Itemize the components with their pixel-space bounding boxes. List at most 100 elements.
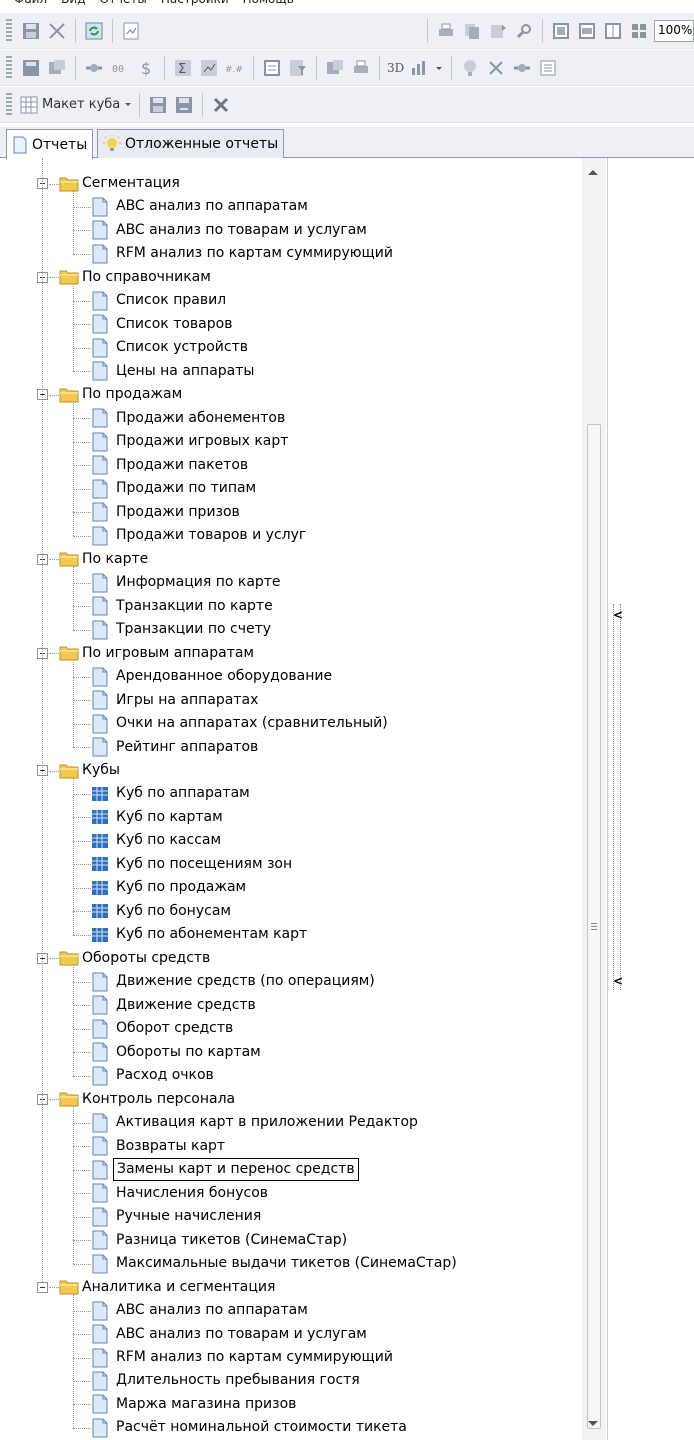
tree-item-report[interactable]: Активация карт в приложении Редактор [91,1111,421,1134]
tree-item-report[interactable]: Список устройств [91,336,251,359]
toolbar-grip[interactable] [6,92,12,117]
tab-reports[interactable]: Отчеты [6,129,94,159]
tree-item-report[interactable]: Список правил [91,289,229,312]
tree-item-cube[interactable]: Куб по продажам [91,876,249,899]
tree-item-report[interactable]: ABC анализ по товарам и услугам [91,1323,370,1346]
link-icon[interactable] [511,57,533,79]
cube-layout-dropdown[interactable]: Макет куба [20,96,132,114]
tree-item-report[interactable]: Расчёт номинальной стоимости тикета [91,1416,410,1439]
filter-icon[interactable] [287,57,309,79]
tree-item-report[interactable]: Максимальные выдачи тикетов (СинемаСтар) [91,1252,460,1275]
page-width-icon[interactable] [576,20,598,42]
tree-item-cube[interactable]: Куб по аппаратам [91,782,253,805]
scroll-down-arrow[interactable] [588,1421,598,1426]
layout-icon[interactable] [46,57,68,79]
tree-item-report[interactable]: Начисления бонусов [91,1182,271,1205]
save-icon[interactable] [20,20,42,42]
report-tree[interactable]: Сегментация ABC анализ по аппаратам ABC ан… [0,158,608,1440]
tree-item-report[interactable]: Маржа магазина призов [91,1393,299,1416]
currency-icon[interactable]: $ [135,57,157,79]
tree-folder[interactable]: По игровым аппаратам [59,642,257,665]
tree-item-report[interactable]: Замены карт и перенос средств [91,1158,359,1182]
print-grid-icon[interactable] [350,57,372,79]
two-pages-icon[interactable] [602,20,624,42]
tree-item-cube[interactable]: Куб по картам [91,806,226,829]
copy-icon[interactable] [461,20,483,42]
single-page-icon[interactable] [550,20,572,42]
format-number-icon[interactable]: 00 [109,57,131,79]
delete-layout-icon[interactable] [210,94,232,116]
collapse-left-icon[interactable]: < [613,608,623,622]
tree-item-report[interactable]: ABC анализ по аппаратам [91,1299,311,1322]
find-icon[interactable] [513,20,535,42]
tree-item-report[interactable]: Оборот средств [91,1017,236,1040]
menu-item[interactable]: Настройки [161,0,229,6]
scissors-icon[interactable] [485,57,507,79]
tree-item-report[interactable]: Транзакции по счету [91,618,274,641]
grid-save-icon[interactable] [20,57,42,79]
export-icon[interactable] [487,20,509,42]
tree-item-report[interactable]: Цены на аппараты [91,360,257,383]
tree-item-report[interactable]: Обороты по картам [91,1041,264,1064]
tree-item-report[interactable]: Список товаров [91,313,235,336]
tree-item-report[interactable]: ABC анализ по аппаратам [91,195,311,218]
tree-item-report[interactable]: Длительность пребывания гостя [91,1369,363,1392]
tab-deferred-reports[interactable]: Отложенные отчеты [97,129,285,158]
tree-folder[interactable]: Контроль персонала [59,1088,238,1111]
tree-item-cube[interactable]: Куб по абонементам карт [91,923,310,946]
tree-item-report[interactable]: Продажи товаров и услуг [91,524,309,547]
multi-page-icon[interactable] [628,20,650,42]
collapse-left-icon[interactable]: < [613,974,623,988]
tree-item-report[interactable]: RFM анализ по картам суммирующий [91,1346,396,1369]
connect-icon[interactable] [83,57,105,79]
tree-item-report[interactable]: ABC анализ по товарам и услугам [91,219,370,242]
tree-item-report[interactable]: Информация по карте [91,571,284,594]
expander-toggle[interactable] [37,1281,48,1293]
tree-item-report[interactable]: Продажи пакетов [91,454,251,477]
chart-icon[interactable] [198,57,220,79]
tree-item-report[interactable]: Движение средств [91,994,259,1017]
tree-item-report[interactable]: Продажи абонементов [91,407,288,430]
report-preview-icon[interactable] [120,20,142,42]
decimal-format-icon[interactable]: #.# [224,57,246,79]
tree-folder[interactable]: Кубы [59,759,123,782]
scroll-thumb[interactable] [587,424,601,1429]
save-as-layout-icon[interactable] [173,94,195,116]
3d-toggle[interactable]: 3D [387,61,404,75]
tree-item-report[interactable]: Транзакции по карте [91,595,276,618]
export-excel-icon[interactable] [324,57,346,79]
tree-scrollbar[interactable] [582,158,606,1440]
tree-folder[interactable]: Аналитика и сегментация [59,1276,278,1299]
tree-item-report[interactable]: Ручные начисления [91,1205,264,1228]
tree-item-report[interactable]: Очки на аппаратах (сравнительный) [91,712,391,735]
list-icon[interactable] [537,57,559,79]
menu-item[interactable]: Файл [14,0,47,6]
tree-item-report[interactable]: Возвраты карт [91,1135,228,1158]
zoom-input[interactable]: 100% [654,19,694,42]
tree-folder[interactable]: Обороты средств [59,947,213,970]
toolbar-grip[interactable] [6,55,12,80]
tree-item-report[interactable]: Расход очков [91,1064,217,1087]
tree-item-cube[interactable]: Куб по кассам [91,829,224,852]
tree-item-cube[interactable]: Куб по бонусам [91,900,234,923]
menu-item[interactable]: Отчеты [99,0,146,6]
sum-icon[interactable]: Σ [172,57,194,79]
close-icon[interactable] [46,20,68,42]
print-icon[interactable] [435,20,457,42]
menu-item[interactable]: Вид [61,0,85,6]
bar-chart-icon[interactable] [408,57,430,79]
save-layout-icon[interactable] [147,94,169,116]
refresh-icon[interactable] [83,20,105,42]
brain-icon[interactable] [459,57,481,79]
scroll-up-arrow[interactable] [588,170,598,175]
tree-item-cube[interactable]: Куб по посещениям зон [91,853,295,876]
tree-item-report[interactable]: Разница тикетов (СинемаСтар) [91,1229,350,1252]
menu-item[interactable]: Помощь [243,0,294,6]
tree-folder[interactable]: По продажам [59,383,185,406]
tree-item-report[interactable]: Рейтинг аппаратов [91,736,261,759]
tree-item-report[interactable]: Продажи призов [91,501,243,524]
table-icon[interactable] [261,57,283,79]
toolbar-grip[interactable] [6,18,12,43]
tree-item-report[interactable]: Движение средств (по операциям) [91,970,378,993]
tree-item-report[interactable]: Продажи игровых карт [91,430,291,453]
